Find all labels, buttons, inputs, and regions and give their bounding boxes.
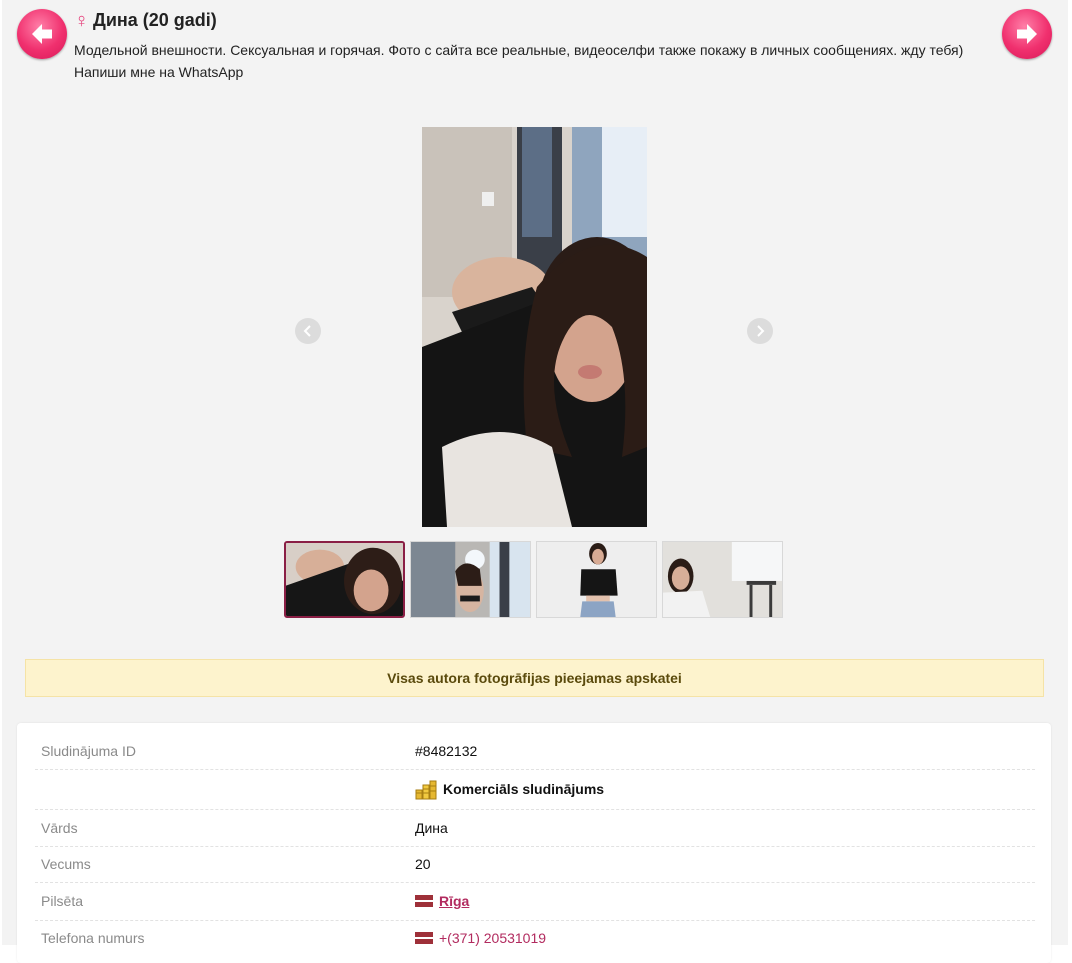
detail-row-id: Sludinājuma ID #8482132	[35, 733, 1035, 770]
city-value-wrap: Rīga	[415, 893, 469, 909]
thumbnail-1[interactable]	[284, 541, 405, 618]
coins-icon	[415, 780, 437, 800]
notice-text: Visas autora fotogrāfijas pieejamas apsk…	[387, 670, 682, 686]
female-icon: ♀	[74, 9, 89, 32]
ad-title-row: ♀ Дина (20 gadi)	[74, 10, 217, 31]
detail-row-commercial: Komerciāls sludinājums	[35, 769, 1035, 810]
detail-row-age: Vecums 20	[35, 846, 1035, 883]
age-value: 20	[415, 856, 431, 872]
main-photo[interactable]	[422, 127, 647, 527]
ad-title: Дина (20 gadi)	[93, 10, 217, 30]
page: ♀ Дина (20 gadi) Модельной внешности. Се…	[2, 0, 1068, 963]
commercial-badge: Komerciāls sludinājums	[415, 778, 604, 800]
arrow-left-icon	[32, 24, 52, 44]
previous-ad-button[interactable]	[17, 9, 67, 59]
name-label: Vārds	[41, 819, 78, 836]
city-label: Pilsēta	[41, 893, 84, 909]
latvia-flag-icon	[415, 895, 433, 907]
arrow-right-icon	[1017, 24, 1037, 44]
thumbnail-3[interactable]	[536, 541, 657, 618]
gallery-prev-button[interactable]	[295, 318, 321, 344]
phone-link[interactable]: +(371) 20531019	[439, 930, 546, 946]
commercial-label: Komerciāls sludinājums	[443, 781, 605, 797]
detail-row-city: Pilsēta Rīga	[35, 882, 1035, 921]
phone-label: Telefona numurs	[41, 930, 145, 946]
chevron-left-icon	[303, 325, 311, 337]
ad-id-label: Sludinājuma ID	[41, 743, 136, 759]
chevron-right-icon	[757, 325, 765, 337]
detail-row-phone: Telefona numurs +(371) 20531019	[35, 920, 1035, 956]
gallery-next-button[interactable]	[747, 318, 773, 344]
phone-flag-icon	[415, 932, 433, 944]
all-photos-notice: Visas autora fotogrāfijas pieejamas apsk…	[25, 659, 1044, 697]
ad-id-value: #8482132	[415, 743, 478, 759]
ad-description: Модельной внешности. Сексуальная и горяч…	[74, 42, 964, 80]
city-link[interactable]: Rīga	[439, 893, 469, 909]
thumbnail-strip	[284, 541, 783, 618]
detail-row-name: Vārds Дина	[35, 809, 1035, 847]
ad-details-table: Sludinājuma ID #8482132 Komerciāls sludi…	[17, 723, 1051, 963]
thumbnail-4[interactable]	[662, 541, 783, 618]
name-value: Дина	[415, 819, 448, 836]
phone-value-wrap: +(371) 20531019	[415, 930, 546, 946]
thumbnail-2[interactable]	[410, 541, 531, 618]
next-ad-button[interactable]	[1002, 9, 1052, 59]
age-label: Vecums	[41, 856, 91, 872]
